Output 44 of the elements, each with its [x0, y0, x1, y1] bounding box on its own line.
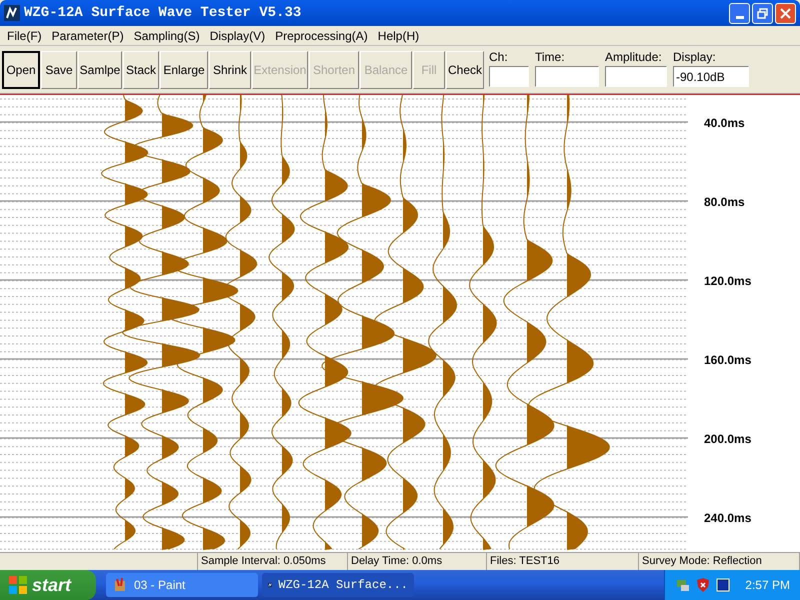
close-button[interactable]	[775, 2, 796, 24]
time-label: 200.0ms	[704, 432, 752, 446]
paint-icon	[112, 577, 128, 593]
taskbar-button[interactable]: WZG-12A Surface...	[262, 573, 414, 597]
toolbar-button[interactable]: Check	[446, 50, 484, 88]
app-icon	[4, 5, 20, 21]
time-label: 240.0ms	[704, 511, 752, 525]
input-field[interactable]	[489, 66, 529, 87]
menu-item[interactable]: Parameter(P)	[46, 26, 129, 44]
menu-item[interactable]: Display(V)	[204, 26, 270, 44]
close-icon	[780, 8, 791, 18]
minimize-icon	[736, 16, 744, 18]
time-label: 120.0ms	[704, 274, 752, 288]
field-label: Time:	[535, 49, 566, 66]
menu-item[interactable]: Sampling(S)	[128, 26, 205, 44]
start-button[interactable]: start	[0, 570, 96, 600]
toolbar-button[interactable]: Samlpe	[78, 50, 122, 88]
time-label: 80.0ms	[704, 195, 745, 209]
field-label: Ch:	[489, 49, 509, 66]
shield-icon	[695, 577, 712, 593]
field-label: Display:	[673, 49, 717, 66]
menu-item[interactable]: Help(H)	[372, 26, 424, 44]
input-field[interactable]	[605, 66, 667, 87]
toolbar-button[interactable]: Open	[2, 50, 40, 88]
menu-item[interactable]: Preprocessing(A)	[270, 26, 373, 44]
input-field[interactable]: -90.10dB	[673, 66, 749, 87]
toolbar-button[interactable]: Save	[41, 50, 77, 88]
time-label: 160.0ms	[704, 353, 752, 367]
windows-logo-icon	[8, 575, 28, 595]
toolbar-button[interactable]: Enlarge	[160, 50, 208, 88]
time-label: 40.0ms	[704, 116, 745, 130]
toolbar-button[interactable]: Stack	[123, 50, 159, 88]
restore-button[interactable]	[752, 2, 773, 24]
monitor-icon	[715, 577, 732, 593]
restore-icon	[757, 8, 768, 18]
clock: 2:57 PM	[745, 577, 790, 594]
network-icon	[675, 577, 692, 593]
menu-item[interactable]: File(F)	[2, 26, 47, 44]
taskbar-button[interactable]: 03 - Paint	[106, 573, 258, 597]
window-title: WZG-12A Surface Wave Tester V5.33	[24, 4, 302, 22]
toolbar-button[interactable]: Shrink	[209, 50, 251, 88]
field-label: Amplitude:	[605, 49, 663, 66]
input-field[interactable]	[535, 66, 599, 87]
minimize-button[interactable]	[729, 2, 750, 24]
